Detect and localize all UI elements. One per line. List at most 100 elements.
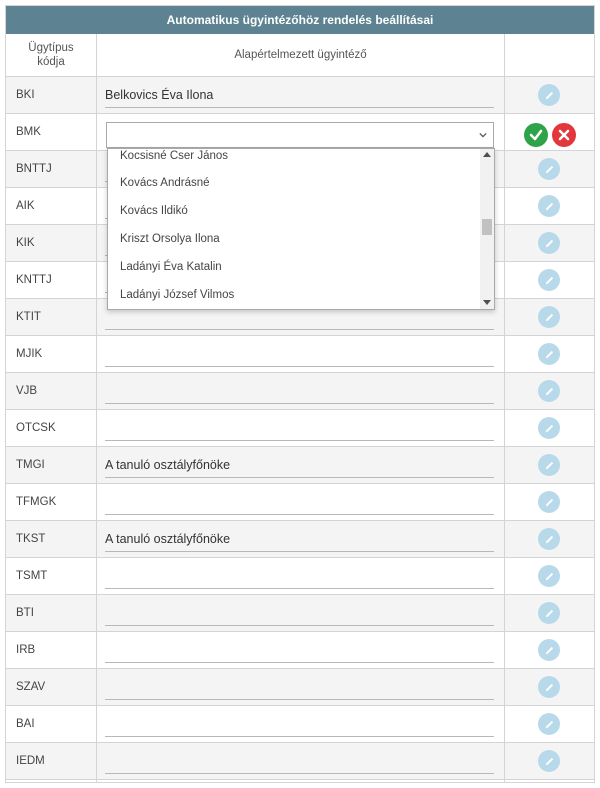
assignee-field: [105, 673, 494, 700]
check-icon: [529, 129, 543, 141]
assignee-field: [105, 710, 494, 737]
row-code: KNTTJ: [16, 274, 52, 286]
row-code: KIK: [16, 237, 35, 249]
row-code: BNTTJ: [16, 163, 52, 175]
table-row: BTI: [6, 595, 594, 632]
table-row: BAI: [6, 706, 594, 743]
edit-button[interactable]: [538, 158, 560, 180]
pencil-icon: [545, 313, 553, 321]
pencil-icon: [545, 572, 553, 580]
row-code: BMK: [16, 126, 41, 138]
assignee-field: [105, 599, 494, 626]
panel-title: Automatikus ügyintézőhöz rendelés beállí…: [6, 6, 594, 34]
table-row: BKI Belkovics Éva Ilona: [6, 77, 594, 114]
dropdown-option[interactable]: Ladányi József Vilmos: [120, 281, 234, 309]
assignee-field: [105, 747, 494, 774]
row-code: TMGI: [16, 459, 45, 471]
pencil-icon: [545, 535, 553, 543]
pencil-icon: [545, 387, 553, 395]
row-code: AIK: [16, 200, 35, 212]
close-icon: [558, 129, 570, 141]
column-divider: [96, 34, 97, 782]
row-code: IRB: [16, 644, 36, 656]
pencil-icon: [545, 202, 553, 210]
edit-button[interactable]: [538, 380, 560, 402]
edit-button[interactable]: [538, 306, 560, 328]
header-assignee: Alapértelmezett ügyintéző: [234, 49, 367, 61]
assignee-field: [105, 488, 494, 515]
row-code: MJIK: [16, 348, 43, 360]
assignee-field: [105, 340, 494, 367]
row-code: TFMGK: [16, 496, 57, 508]
assignee-select[interactable]: [106, 122, 494, 148]
edit-button[interactable]: [538, 343, 560, 365]
edit-button[interactable]: [538, 232, 560, 254]
row-code: VJB: [16, 385, 38, 397]
edit-button[interactable]: [538, 528, 560, 550]
header-code-line1: Ügytípus: [28, 42, 74, 54]
edit-button[interactable]: [538, 565, 560, 587]
dropdown-scrollbar[interactable]: [480, 149, 494, 309]
row-code: IEDM: [16, 755, 45, 767]
edit-button[interactable]: [538, 454, 560, 476]
edit-button[interactable]: [538, 676, 560, 698]
row-code: BTI: [16, 607, 34, 619]
pencil-icon: [545, 498, 553, 506]
scroll-down-icon[interactable]: [483, 300, 491, 305]
confirm-button[interactable]: [524, 123, 548, 147]
pencil-icon: [545, 276, 553, 284]
table-row: TKST A tanuló osztályfőnöke: [6, 521, 594, 558]
table-row: IRB: [6, 632, 594, 669]
edit-button[interactable]: [538, 84, 560, 106]
assignee-field: Belkovics Éva Ilona: [105, 81, 494, 108]
scroll-up-icon[interactable]: [483, 152, 491, 157]
header-actions: [505, 34, 594, 76]
pencil-icon: [545, 646, 553, 654]
table-header: Ügytípus kódja Alapértelmezett ügyintéző: [6, 34, 594, 77]
row-code: KTIT: [16, 311, 41, 323]
header-code-line2: kódja: [37, 56, 65, 68]
cancel-button[interactable]: [552, 123, 576, 147]
edit-button[interactable]: [538, 750, 560, 772]
settings-panel: Automatikus ügyintézőhöz rendelés beállí…: [5, 5, 595, 783]
pencil-icon: [545, 350, 553, 358]
pencil-icon: [545, 609, 553, 617]
edit-button[interactable]: [538, 639, 560, 661]
edit-button[interactable]: [538, 195, 560, 217]
scrollbar-thumb[interactable]: [482, 219, 492, 235]
edit-button[interactable]: [538, 602, 560, 624]
table-row: VJB: [6, 373, 594, 410]
assignee-dropdown-list[interactable]: Kocsisné Cser János Kovács Andrásné Ková…: [107, 148, 495, 310]
pencil-icon: [545, 683, 553, 691]
table-row: SZAV: [6, 669, 594, 706]
assignee-field: [105, 377, 494, 404]
row-code: BAI: [16, 718, 35, 730]
table-row: IEDM: [6, 743, 594, 780]
pencil-icon: [545, 424, 553, 432]
edit-button[interactable]: [538, 417, 560, 439]
assignee-field: [105, 414, 494, 441]
row-code: OTCSK: [16, 422, 56, 434]
pencil-icon: [545, 239, 553, 247]
row-code: SZAV: [16, 681, 46, 693]
dropdown-option[interactable]: Kovács Ildikó: [120, 197, 188, 225]
pencil-icon: [545, 91, 553, 99]
assignee-field: [105, 636, 494, 663]
dropdown-option[interactable]: Ladányi Éva Katalin: [120, 253, 222, 281]
edit-button[interactable]: [538, 713, 560, 735]
row-code: TKST: [16, 533, 46, 545]
assignee-field: A tanuló osztályfőnöke: [105, 451, 494, 478]
chevron-down-icon: [479, 132, 487, 138]
dropdown-option[interactable]: Kocsisné Cser János: [120, 149, 228, 170]
pencil-icon: [545, 757, 553, 765]
table-row: OTCSK: [6, 410, 594, 447]
dropdown-option[interactable]: Kovács Andrásné: [120, 169, 210, 197]
table-row: MJIK: [6, 336, 594, 373]
dropdown-option[interactable]: Kriszt Orsolya Ilona: [120, 225, 220, 253]
edit-button[interactable]: [538, 269, 560, 291]
pencil-icon: [545, 165, 553, 173]
edit-button[interactable]: [538, 491, 560, 513]
row-code: TSMT: [16, 570, 48, 582]
header-code: Ügytípus kódja: [6, 34, 96, 76]
column-divider: [504, 34, 505, 782]
